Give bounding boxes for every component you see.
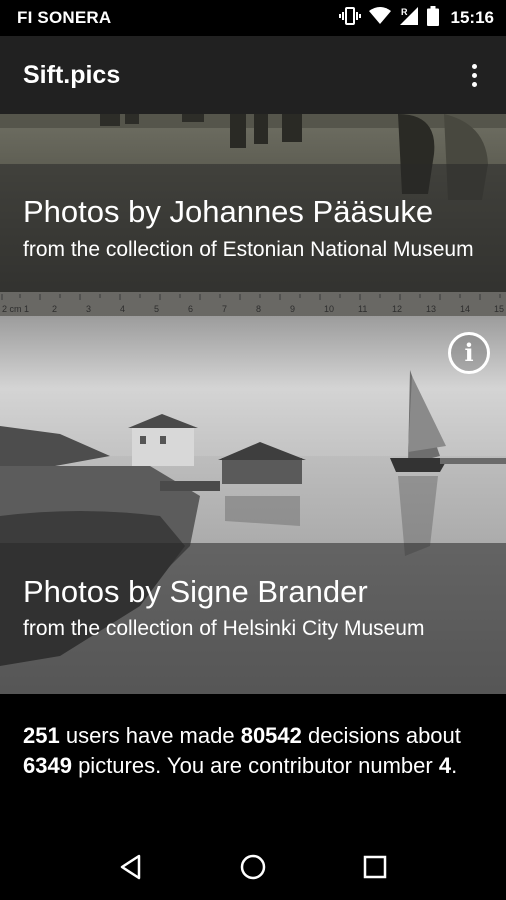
card-subtitle: from the collection of Helsinki City Mus… bbox=[23, 617, 425, 640]
stats-text: decisions about bbox=[301, 723, 461, 748]
stats-text: users have made bbox=[59, 723, 241, 748]
wifi-icon bbox=[368, 6, 391, 30]
contribution-stats: 251 users have made 80542 decisions abou… bbox=[0, 694, 506, 834]
app-title: Sift.pics bbox=[23, 60, 121, 89]
contributor-number: 4 bbox=[438, 753, 452, 778]
card-subtitle: from the collection of Estonian National… bbox=[23, 238, 474, 261]
collection-card-paasuke[interactable]: 2 cm 123456789101112131415 Photos by Joh… bbox=[0, 114, 506, 316]
users-count: 251 bbox=[23, 723, 60, 748]
back-icon[interactable] bbox=[106, 842, 156, 892]
overflow-menu-icon[interactable] bbox=[456, 51, 492, 99]
navigation-bar bbox=[0, 834, 506, 900]
pictures-count: 6349 bbox=[23, 753, 72, 778]
stats-text: pictures. You are contributor number bbox=[71, 753, 439, 778]
collection-card-brander[interactable]: i Photos by Signe Brander from the colle… bbox=[0, 316, 506, 694]
info-glyph: i bbox=[464, 338, 474, 367]
status-bar: FI SONERA R 15:16 bbox=[0, 0, 506, 36]
info-icon[interactable]: i bbox=[448, 332, 490, 374]
card-title: Photos by Signe Brander bbox=[23, 574, 368, 609]
status-icons: R 15:16 bbox=[338, 5, 494, 31]
decisions-count: 80542 bbox=[240, 723, 302, 748]
vibrate-icon bbox=[338, 6, 361, 31]
battery-icon bbox=[426, 5, 439, 31]
carrier-label: FI SONERA bbox=[17, 8, 112, 27]
clock: 15:16 bbox=[450, 8, 494, 27]
recents-icon[interactable] bbox=[350, 842, 400, 892]
app-bar: Sift.pics bbox=[0, 36, 506, 114]
card-title: Photos by Johannes Pääsuke bbox=[23, 194, 434, 229]
signal-roaming-icon: R bbox=[399, 6, 419, 31]
stats-text: . bbox=[451, 753, 458, 778]
home-icon[interactable] bbox=[228, 842, 278, 892]
roaming-label: R bbox=[401, 7, 408, 17]
